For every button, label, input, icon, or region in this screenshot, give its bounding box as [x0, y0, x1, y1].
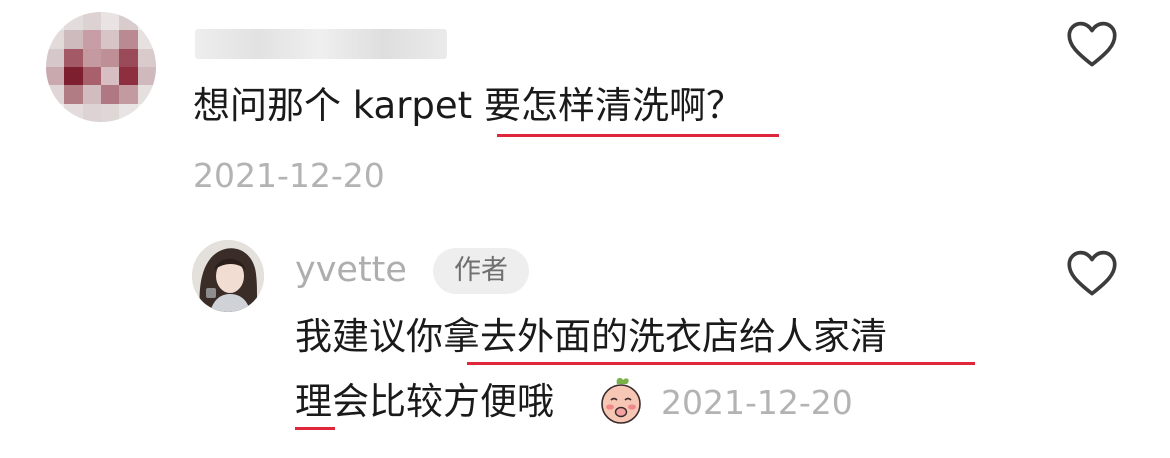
avatar[interactable]	[46, 12, 156, 122]
comment-date: 2021-12-20	[193, 156, 385, 195]
highlight-underline	[497, 134, 779, 137]
heart-icon[interactable]	[1066, 20, 1118, 68]
username-redacted[interactable]	[195, 29, 447, 59]
highlight-underline	[295, 427, 335, 430]
reply-date: 2021-12-20	[661, 383, 853, 422]
highlight-underline	[467, 362, 975, 365]
author-badge: 作者	[433, 248, 529, 294]
comment-text: 想问那个 karpet 要怎样清洗啊？	[193, 84, 743, 127]
reply-text-line-1: 我建议你拿去外面的洗衣店给人家清	[295, 315, 887, 358]
heart-icon[interactable]	[1066, 249, 1118, 297]
reply-text-line-2: 理会比较方便哦	[295, 380, 554, 423]
emoji-sticker-icon	[601, 377, 641, 424]
reply-username[interactable]: yvette	[295, 249, 407, 291]
avatar[interactable]	[192, 240, 264, 312]
